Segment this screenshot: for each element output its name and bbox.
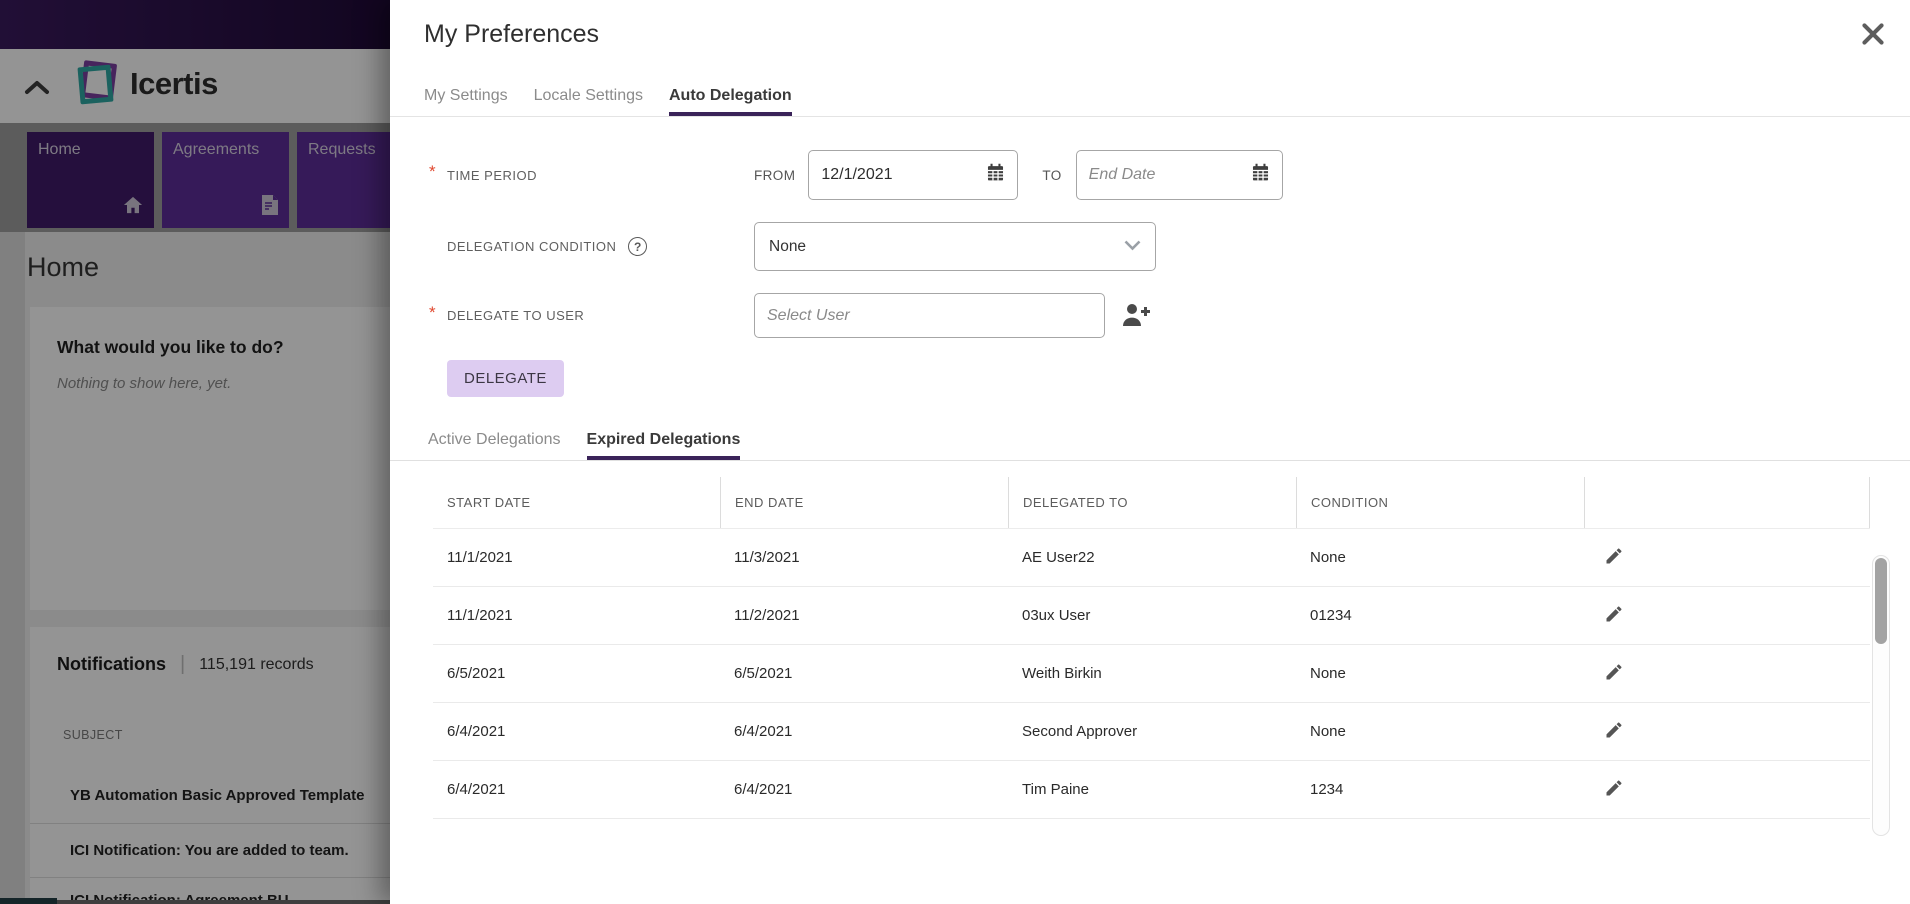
cell-condition: 1234	[1296, 781, 1584, 798]
delegations-tabs-bar: Active Delegations Expired Delegations	[390, 431, 1910, 461]
preferences-tabs-bar: My Settings Locale Settings Auto Delegat…	[390, 87, 1910, 117]
delegation-condition-select[interactable]: None	[754, 222, 1156, 271]
cell-start-date: 6/5/2021	[433, 665, 720, 682]
tab-locale-settings[interactable]: Locale Settings	[534, 87, 643, 116]
cell-delegated-to: Tim Paine	[1008, 781, 1296, 798]
cell-end-date: 6/5/2021	[720, 665, 1008, 682]
tab-my-settings[interactable]: My Settings	[424, 87, 508, 116]
expired-delegations-table: START DATE END DATE DELEGATED TO CONDITI…	[433, 477, 1870, 819]
cell-end-date: 11/3/2021	[720, 549, 1008, 566]
cell-condition: None	[1296, 665, 1584, 682]
pencil-icon	[1604, 728, 1624, 743]
edit-delegation-button[interactable]	[1604, 778, 1624, 800]
delegation-condition-value: None	[769, 238, 806, 256]
cell-start-date: 6/4/2021	[433, 723, 720, 740]
column-header-end-date: END DATE	[720, 477, 1008, 528]
time-period-label: TIME PERIOD	[447, 168, 537, 183]
edit-delegation-button[interactable]	[1604, 662, 1624, 684]
cell-delegated-to: Second Approver	[1008, 723, 1296, 740]
delegation-condition-label: DELEGATION CONDITION	[447, 239, 616, 254]
required-asterisk: *	[429, 162, 447, 182]
table-row: 6/4/2021 6/4/2021 Second Approver None	[433, 703, 1870, 761]
delegation-condition-row: DELEGATION CONDITION ? None	[429, 222, 1910, 271]
tab-active-delegations[interactable]: Active Delegations	[428, 431, 561, 460]
delegate-user-input[interactable]	[767, 307, 1092, 325]
delegate-to-user-row: * DELEGATE TO USER	[429, 293, 1910, 338]
pencil-icon	[1604, 670, 1624, 685]
close-icon	[1862, 33, 1884, 48]
cell-condition: 01234	[1296, 607, 1584, 624]
table-scrollbar-thumb[interactable]	[1875, 558, 1887, 644]
to-date-input[interactable]	[1089, 166, 1251, 184]
cell-end-date: 11/2/2021	[720, 607, 1008, 624]
auto-delegation-form: * TIME PERIOD FROM TO DELEGATION C	[390, 150, 1910, 397]
to-date-field	[1076, 150, 1283, 200]
pencil-icon	[1604, 786, 1624, 801]
required-asterisk: *	[429, 303, 447, 323]
cell-start-date: 11/1/2021	[433, 607, 720, 624]
edit-delegation-button[interactable]	[1604, 604, 1624, 626]
cell-delegated-to: AE User22	[1008, 549, 1296, 566]
table-scrollbar-track[interactable]	[1872, 555, 1890, 836]
cell-start-date: 11/1/2021	[433, 549, 720, 566]
bottom-scrollbar-strip	[0, 900, 390, 904]
pencil-icon	[1604, 612, 1624, 627]
from-date-field	[808, 150, 1018, 200]
column-header-delegated-to: DELEGATED TO	[1008, 477, 1296, 528]
table-row: 6/4/2021 6/4/2021 Tim Paine 1234	[433, 761, 1870, 819]
calendar-icon[interactable]	[986, 163, 1005, 187]
from-label: FROM	[754, 168, 795, 183]
background-app: Icertis Home Agreements Requests Home Wh…	[0, 0, 390, 904]
table-row: 11/1/2021 11/3/2021 AE User22 None	[433, 529, 1870, 587]
cell-end-date: 6/4/2021	[720, 723, 1008, 740]
bottom-corner-strip	[0, 898, 57, 904]
person-add-icon	[1121, 315, 1151, 330]
cell-delegated-to: 03ux User	[1008, 607, 1296, 624]
cell-start-date: 6/4/2021	[433, 781, 720, 798]
table-row: 11/1/2021 11/2/2021 03ux User 01234	[433, 587, 1870, 645]
edit-delegation-button[interactable]	[1604, 720, 1624, 742]
my-preferences-panel: My Preferences My Settings Locale Settin…	[390, 0, 1910, 904]
chevron-down-icon	[1124, 238, 1141, 256]
to-label: TO	[1042, 168, 1061, 183]
table-row: 6/5/2021 6/5/2021 Weith Birkin None	[433, 645, 1870, 703]
help-icon[interactable]: ?	[628, 237, 647, 256]
pencil-icon	[1604, 554, 1624, 569]
column-header-condition: CONDITION	[1296, 477, 1584, 528]
column-header-start-date: START DATE	[433, 477, 720, 528]
close-button[interactable]	[1858, 20, 1888, 50]
edit-delegation-button[interactable]	[1604, 546, 1624, 568]
delegate-to-user-label: DELEGATE TO USER	[447, 308, 584, 323]
calendar-icon[interactable]	[1251, 163, 1270, 187]
cell-end-date: 6/4/2021	[720, 781, 1008, 798]
column-header-actions	[1584, 477, 1870, 528]
cell-condition: None	[1296, 549, 1584, 566]
cell-delegated-to: Weith Birkin	[1008, 665, 1296, 682]
table-header-row: START DATE END DATE DELEGATED TO CONDITI…	[433, 477, 1870, 529]
panel-title: My Preferences	[390, 0, 1910, 49]
tab-expired-delegations[interactable]: Expired Delegations	[587, 431, 741, 460]
delegate-button[interactable]: DELEGATE	[447, 360, 564, 397]
cell-condition: None	[1296, 723, 1584, 740]
delegate-user-field	[754, 293, 1105, 338]
from-date-input[interactable]	[821, 166, 986, 184]
tab-auto-delegation[interactable]: Auto Delegation	[669, 87, 792, 116]
add-user-button[interactable]	[1121, 301, 1151, 331]
time-period-row: * TIME PERIOD FROM TO	[429, 150, 1910, 200]
modal-backdrop-overlay[interactable]	[0, 0, 390, 904]
